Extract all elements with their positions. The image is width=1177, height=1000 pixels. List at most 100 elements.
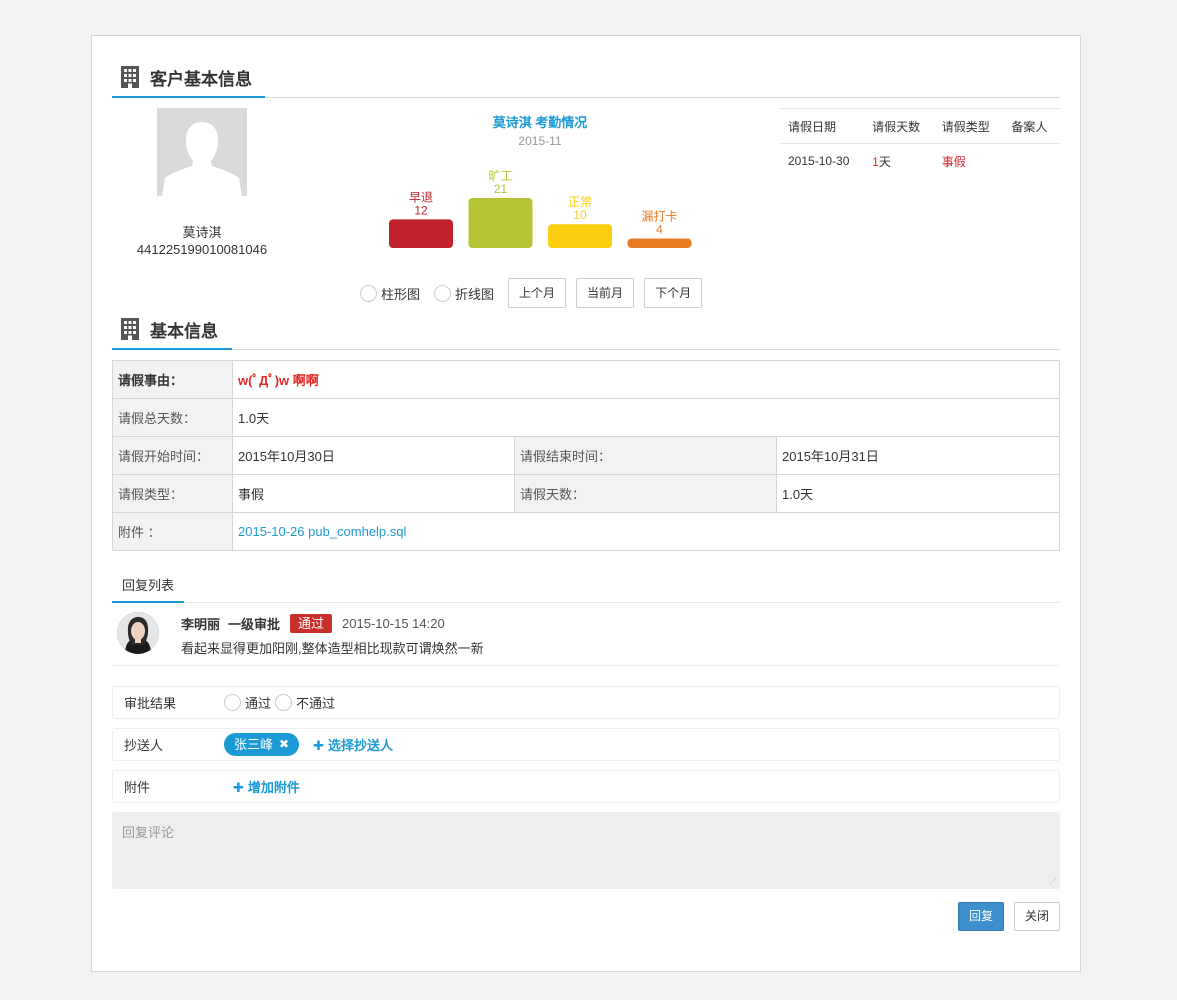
line-chart-radio-label: 折线图 — [455, 286, 495, 302]
basic-section-tab: 基本信息 — [112, 310, 232, 350]
reply-button[interactable]: 回复 — [958, 902, 1004, 931]
cell-type: 事假 — [941, 154, 966, 169]
header-recorder: 备案人 — [1003, 108, 1060, 144]
main-panel: 客户基本信息 莫诗淇 441225199010081046 莫诗淇 考勤情况 2… — [91, 35, 1081, 972]
prev-month-button[interactable]: 上个月 — [508, 278, 567, 308]
radio-circle[interactable] — [275, 694, 293, 711]
approval-result-label: 审批结果 — [124, 696, 177, 711]
avatar-placeholder-icon — [157, 108, 247, 196]
chart-bar-早退 — [389, 219, 453, 248]
customer-section-tab: 客户基本信息 — [112, 58, 265, 98]
reviewer-avatar — [117, 612, 159, 654]
basic-info-table: 请假事由： w(ﾟДﾟ)w 啊啊 请假总天数： 1.0天 请假开始时间： 201… — [112, 360, 1060, 551]
attachment-label: 附件 ： — [112, 512, 233, 551]
cell-recorder — [1003, 144, 1060, 179]
table-row: 附件 ： 2015-10-26 pub_comhelp.sql — [112, 512, 1060, 551]
attendance-chart: 早退12 旷工21 正常10 漏打卡4 — [389, 169, 692, 248]
radio-circle[interactable] — [224, 694, 241, 711]
attachment-link[interactable]: 2015-10-26 pub_comhelp.sql — [232, 512, 1060, 551]
reviewer-photo-icon — [117, 612, 159, 654]
plus-icon: ✚ — [313, 738, 324, 753]
table-row: 请假总天数： 1.0天 — [112, 398, 1060, 437]
customer-avatar — [157, 108, 247, 196]
status-badge: 通过 — [290, 614, 333, 633]
start-time-value: 2015年10月30日 — [232, 436, 515, 475]
cc-row: 抄送人 张三峰 ✖ ✚ 选择抄送人 — [112, 728, 1060, 761]
cc-label: 抄送人 — [124, 738, 164, 753]
basic-section-header: 基本信息 — [112, 311, 1060, 350]
plus-icon: ✚ — [233, 780, 244, 795]
chart-bar-漏打卡 — [627, 238, 692, 248]
reply-text: 看起来显得更加阳刚,整体造型相比现款可谓焕然一新 — [181, 641, 484, 656]
end-time-label: 请假结束时间： — [514, 436, 777, 475]
chart-value-label: 21 — [494, 182, 508, 196]
chart-value-label: 4 — [656, 222, 663, 236]
approve-radio[interactable]: 通过 — [224, 693, 271, 712]
reject-radio-label: 不通过 — [296, 696, 336, 711]
chart-category-label: 漏打卡 — [641, 209, 677, 223]
chart-bar-正常 — [548, 224, 612, 248]
header-date: 请假日期 — [780, 108, 865, 144]
attachment-row: 附件 ✚ 增加附件 — [112, 770, 1060, 803]
customer-section-title: 客户基本信息 — [150, 69, 252, 89]
table-header-row: 请假日期 请假天数 请假类型 备案人 — [780, 108, 1060, 144]
current-month-button[interactable]: 当前月 — [576, 278, 635, 308]
building-icon — [121, 318, 139, 340]
select-cc-link[interactable]: ✚ 选择抄送人 — [313, 735, 393, 754]
comment-placeholder: 回复评论 — [122, 825, 175, 840]
leave-type-value: 事假 — [232, 474, 515, 513]
bar-chart-radio-label: 柱形图 — [381, 286, 421, 302]
add-attachment-label: 增加附件 — [247, 780, 300, 795]
leave-days-label: 请假天数： — [514, 474, 777, 513]
header-days: 请假天数 — [864, 108, 934, 144]
chart-category-label: 正常 — [568, 195, 592, 209]
bar-chart-radio[interactable]: 柱形图 — [360, 284, 420, 303]
chart-title: 莫诗淇 考勤情况 — [492, 115, 588, 130]
remove-icon[interactable]: ✖ — [279, 733, 289, 756]
customer-name: 莫诗淇 — [182, 225, 222, 240]
table-row: 请假类型： 事假 请假天数： 1.0天 — [112, 474, 1060, 513]
table-row: 请假事由： w(ﾟДﾟ)w 啊啊 — [112, 360, 1060, 399]
reply-comment-textarea[interactable]: 回复评论 ⋰ — [112, 812, 1060, 889]
cell-date: 2015-10-30 — [788, 154, 850, 168]
chart-category-label: 早退 — [409, 190, 433, 204]
customer-id-number: 441225199010081046 — [136, 242, 268, 257]
reject-radio[interactable]: 不通过 — [275, 693, 335, 712]
header-type: 请假类型 — [933, 108, 1004, 144]
radio-circle[interactable] — [434, 284, 452, 302]
chart-value-label: 10 — [573, 208, 587, 222]
select-cc-label: 选择抄送人 — [327, 738, 393, 753]
reviewer-level: 一级审批 — [228, 617, 281, 632]
reply-timestamp: 2015-10-15 14:20 — [342, 616, 445, 631]
radio-circle[interactable] — [360, 284, 377, 302]
line-chart-radio[interactable]: 折线图 — [434, 284, 494, 303]
leave-records-table: 请假日期 请假天数 请假类型 备案人 2015-10-30 1天 事假 — [780, 108, 1060, 178]
leave-type-label: 请假类型： — [112, 474, 233, 513]
chart-bar-旷工 — [468, 198, 533, 248]
basic-section-title: 基本信息 — [150, 321, 218, 341]
reply-item: 李明丽 一级审批 通过 2015-10-15 14:20 看起来显得更加阳刚,整… — [112, 602, 1060, 666]
total-days-label: 请假总天数： — [112, 398, 233, 437]
reply-list-tab[interactable]: 回复列表 — [112, 571, 185, 603]
table-row: 请假开始时间： 2015年10月30日 请假结束时间： 2015年10月31日 — [112, 436, 1060, 475]
chart-value-label: 12 — [414, 203, 428, 217]
reason-value: w(ﾟДﾟ)w 啊啊 — [232, 360, 1060, 399]
chart-subtitle: 2015-11 — [518, 134, 562, 148]
cc-person-chip[interactable]: 张三峰 ✖ — [224, 733, 300, 756]
days-number: 1 — [872, 154, 879, 169]
next-month-button[interactable]: 下个月 — [644, 278, 703, 308]
approval-result-row: 审批结果 通过 不通过 — [112, 686, 1060, 719]
form-attachment-label: 附件 — [124, 780, 151, 795]
leave-days-value: 1.0天 — [776, 474, 1060, 513]
customer-section-header: 客户基本信息 — [112, 59, 1060, 98]
table-row: 2015-10-30 1天 事假 — [780, 144, 1060, 179]
reviewer-name: 李明丽 — [181, 617, 221, 632]
total-days-value: 1.0天 — [232, 398, 1060, 437]
resize-grip-icon[interactable]: ⋰ — [1049, 878, 1057, 886]
close-button[interactable]: 关闭 — [1014, 902, 1060, 931]
building-icon — [121, 66, 139, 88]
cell-days: 1天 — [864, 144, 934, 179]
start-time-label: 请假开始时间： — [112, 436, 233, 475]
end-time-value: 2015年10月31日 — [776, 436, 1060, 475]
add-attachment-link[interactable]: ✚ 增加附件 — [233, 777, 300, 796]
